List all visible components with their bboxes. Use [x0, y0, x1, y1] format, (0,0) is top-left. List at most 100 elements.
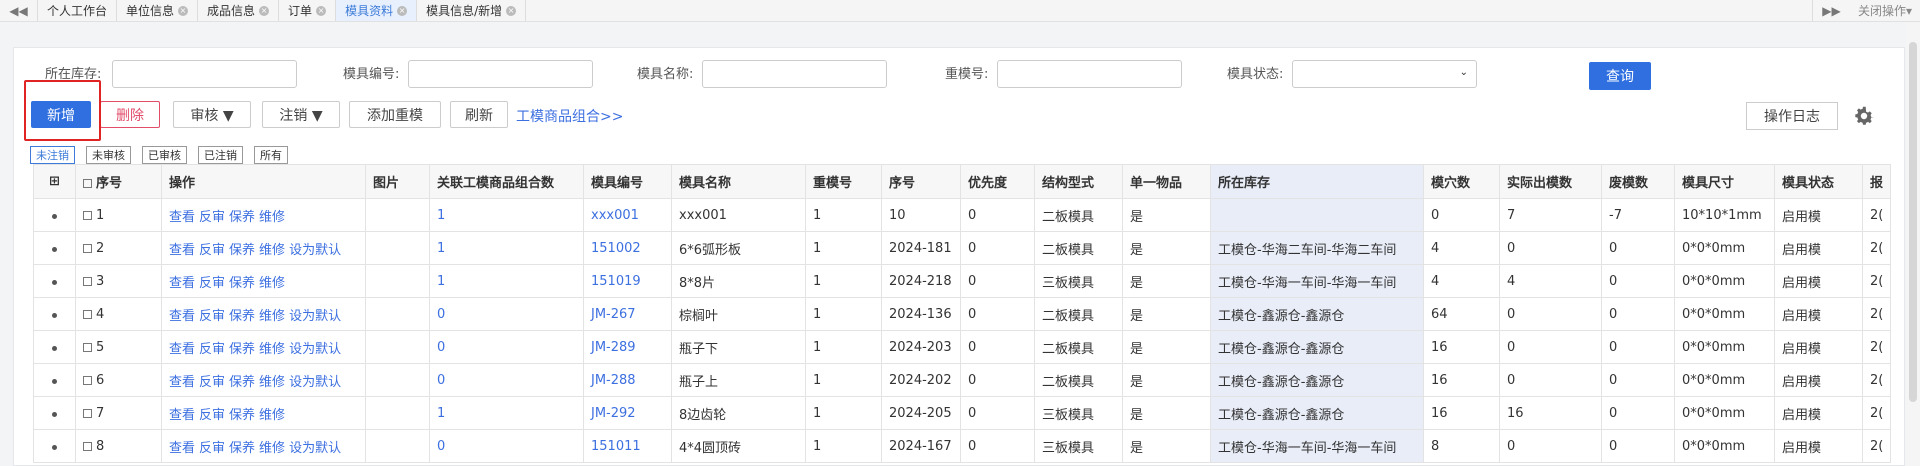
tab-item[interactable]: 个人工作台 [38, 0, 118, 21]
row-checkbox[interactable] [83, 408, 92, 418]
mold-product-combo-link[interactable]: 工模商品组合>> [516, 106, 623, 126]
tab-scroll-left-icon[interactable]: ◀◀ [0, 0, 38, 21]
row-action-link[interactable]: 反审 [199, 441, 225, 456]
filter-chip[interactable]: 未注销 [30, 146, 75, 164]
row-checkbox[interactable] [83, 342, 92, 352]
filter-chip[interactable]: 未审核 [86, 146, 131, 164]
row-checkbox[interactable] [83, 276, 92, 286]
row-action-link[interactable]: 维修 [259, 408, 285, 423]
column-header[interactable]: 模具状态 [1774, 164, 1863, 199]
close-icon[interactable]: × [316, 5, 327, 16]
row-action-link[interactable]: 设为默认 [289, 243, 341, 258]
cancel-dropdown-button[interactable]: 注销 ▼ [262, 101, 340, 128]
cell-mold-no[interactable]: xxx001 [583, 198, 672, 232]
expand-all-icon[interactable]: ⊞ [33, 164, 76, 199]
tab-item[interactable]: 模具资料 × [336, 0, 418, 21]
row-action-link[interactable]: 反审 [199, 210, 225, 225]
select-all-checkbox[interactable] [83, 179, 92, 188]
row-expander[interactable] [33, 297, 76, 331]
row-action-link[interactable]: 维修 [259, 210, 285, 225]
cell-combo[interactable]: 0 [429, 330, 584, 364]
close-icon[interactable]: × [259, 5, 270, 16]
column-header[interactable]: 模具名称 [671, 164, 806, 199]
table-row[interactable]: 4 查看 反审 保养 维修 设为默认 0 JM-267 棕榈叶 1 2024-136 0 二板模具是工模… [33, 297, 1892, 331]
column-header[interactable]: 序号 [75, 164, 162, 199]
cell-combo[interactable]: 0 [429, 429, 584, 463]
close-icon[interactable]: × [506, 5, 517, 16]
column-header[interactable]: 单一物品 [1122, 164, 1211, 199]
table-row[interactable]: 8 查看 反审 保养 维修 设为默认 0 151011 4*4圆顶砖 1 2024-167 0 三板模具… [33, 429, 1892, 463]
tab-item[interactable]: 单位信息 × [117, 0, 199, 21]
row-action-link[interactable]: 查看 [169, 276, 195, 291]
cell-combo[interactable]: 0 [429, 297, 584, 331]
row-action-link[interactable]: 反审 [199, 408, 225, 423]
row-action-link[interactable]: 维修 [259, 243, 285, 258]
row-action-link[interactable]: 保养 [229, 243, 255, 258]
status-select[interactable]: ⌄ [1292, 60, 1477, 88]
row-expander[interactable] [33, 396, 76, 430]
row-action-link[interactable]: 保养 [229, 441, 255, 456]
column-header[interactable]: 重模号 [805, 164, 882, 199]
row-action-link[interactable]: 维修 [259, 309, 285, 324]
table-row[interactable]: 5 查看 反审 保养 维修 设为默认 0 JM-289 瓶子下 1 2024-203 0 二板模具是工模… [33, 330, 1892, 364]
column-header[interactable]: 废模数 [1601, 164, 1675, 199]
row-action-link[interactable]: 设为默认 [289, 342, 341, 357]
cell-combo[interactable]: 1 [429, 264, 584, 298]
row-checkbox[interactable] [83, 309, 92, 319]
column-header[interactable]: 结构型式 [1034, 164, 1123, 199]
cell-mold-no[interactable]: JM-289 [583, 330, 672, 364]
mold-name-input[interactable] [702, 60, 887, 88]
repeat-no-input[interactable] [997, 60, 1182, 88]
column-header[interactable]: 序号 [881, 164, 961, 199]
row-action-link[interactable]: 反审 [199, 309, 225, 324]
gear-icon[interactable] [1852, 104, 1876, 128]
tab-item[interactable]: 模具信息/新增 × [417, 0, 527, 21]
table-row[interactable]: 1 查看 反审 保养 维修 1 xxx001 xxx001 1 10 0 二板模具是 0 7 -7 10*10… [33, 198, 1892, 232]
filter-chip[interactable]: 已审核 [142, 146, 187, 164]
cell-mold-no[interactable]: JM-292 [583, 396, 672, 430]
row-action-link[interactable]: 维修 [259, 375, 285, 390]
table-row[interactable]: 6 查看 反审 保养 维修 设为默认 0 JM-288 瓶子上 1 2024-202 0 二板模具是工模… [33, 363, 1892, 397]
row-action-link[interactable]: 反审 [199, 243, 225, 258]
table-row[interactable]: 2 查看 反审 保养 维修 设为默认 1 151002 6*6弧形板 1 2024-181 0 二板模具… [33, 231, 1892, 265]
page-scrollbar[interactable] [1906, 22, 1920, 466]
audit-dropdown-button[interactable]: 审核 ▼ [173, 101, 251, 128]
add-repeat-mold-button[interactable]: 添加重模 [349, 101, 441, 128]
row-expander[interactable] [33, 198, 76, 232]
cell-combo[interactable]: 1 [429, 396, 584, 430]
tab-item[interactable]: 成品信息 × [198, 0, 280, 21]
row-expander[interactable] [33, 363, 76, 397]
row-action-link[interactable]: 维修 [259, 276, 285, 291]
refresh-button[interactable]: 刷新 [450, 101, 508, 128]
row-action-link[interactable]: 保养 [229, 210, 255, 225]
column-header[interactable]: 报 [1861, 164, 1892, 199]
cell-mold-no[interactable]: 151019 [583, 264, 672, 298]
cell-combo[interactable]: 0 [429, 363, 584, 397]
row-action-link[interactable]: 设为默认 [289, 375, 341, 390]
column-header[interactable]: 操作 [161, 164, 366, 199]
cell-combo[interactable]: 1 [429, 198, 584, 232]
row-action-link[interactable]: 维修 [259, 441, 285, 456]
row-action-link[interactable]: 查看 [169, 441, 195, 456]
row-action-link[interactable]: 查看 [169, 243, 195, 258]
row-action-link[interactable]: 保养 [229, 276, 255, 291]
mold-no-input[interactable] [408, 60, 593, 88]
cell-mold-no[interactable]: JM-288 [583, 363, 672, 397]
column-header[interactable]: 模具尺寸 [1674, 164, 1775, 199]
row-checkbox[interactable] [83, 210, 92, 220]
row-action-link[interactable]: 查看 [169, 210, 195, 225]
tab-scroll-right-icon[interactable]: ▶▶ [1811, 0, 1850, 21]
row-action-link[interactable]: 查看 [169, 309, 195, 324]
delete-button[interactable]: 删除 [100, 101, 160, 128]
row-action-link[interactable]: 查看 [169, 342, 195, 357]
row-checkbox[interactable] [83, 243, 92, 253]
column-header[interactable]: 模穴数 [1423, 164, 1500, 199]
table-row[interactable]: 3 查看 反审 保养 维修 1 151019 8*8片 1 2024-218 0 三板模具是工模仓-华… [33, 264, 1892, 298]
filter-chip[interactable]: 已注销 [198, 146, 243, 164]
row-action-link[interactable]: 设为默认 [289, 441, 341, 456]
row-action-link[interactable]: 反审 [199, 276, 225, 291]
row-action-link[interactable]: 设为默认 [289, 309, 341, 324]
row-action-link[interactable]: 查看 [169, 375, 195, 390]
row-expander[interactable] [33, 231, 76, 265]
row-action-link[interactable]: 反审 [199, 375, 225, 390]
